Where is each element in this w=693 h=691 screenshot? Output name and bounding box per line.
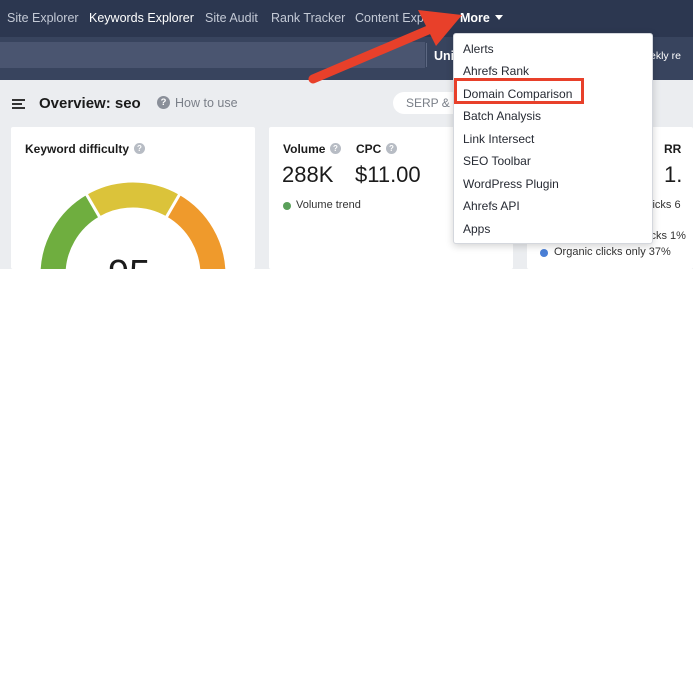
keyword-difficulty-value: 95 [108,255,150,269]
volume-value: 288K [282,162,334,187]
blue-dot-icon [540,249,548,257]
menu-item-seo-toolbar[interactable]: SEO Toolbar [463,154,531,168]
clicks-legend-1: licks 6 [650,199,681,211]
country-select[interactable]: Uni [434,49,454,63]
app-window: Site Explorer Keywords Explorer Site Aud… [0,0,693,691]
nav-rank-tracker[interactable]: Rank Tracker [271,11,345,25]
clicks-legend-2: icks 1% [648,230,686,242]
rr-value: 1. [664,162,683,187]
help-icon[interactable]: ? [386,143,397,154]
gauge-segment-orange [166,194,226,269]
cpc-title: CPC [356,142,382,156]
nav-more-label: More [460,11,490,25]
serp-button-label: SERP & [406,96,450,110]
menu-item-link-intersect[interactable]: Link Intersect [463,132,534,146]
help-icon[interactable]: ? [157,96,170,109]
menu-icon[interactable] [12,99,25,109]
gauge-segment-green [40,194,100,269]
rr-title: RR [664,142,682,156]
nav-site-explorer[interactable]: Site Explorer [7,11,79,25]
nav-content-explorer[interactable]: Content Explorer [355,11,449,25]
keyword-search-input[interactable] [0,42,425,68]
page-title: Overview: seo [39,95,141,112]
more-dropdown-menu: Alerts Ahrefs Rank Domain Comparison Bat… [453,33,653,244]
gauge-segment-yellow [86,182,180,217]
nav-keywords-explorer[interactable]: Keywords Explorer [89,11,194,25]
keyword-difficulty-card: Keyword difficulty ? 95 [11,127,255,269]
green-dot-icon [283,202,291,210]
volume-trend-label: Volume trend [296,199,361,211]
weekly-text: ekly re [650,50,681,62]
menu-item-apps[interactable]: Apps [463,222,490,236]
menu-item-ahrefs-rank[interactable]: Ahrefs Rank [463,64,529,78]
divider [426,43,427,67]
cpc-value: $11.00 [355,162,421,187]
difficulty-gauge [40,182,226,269]
annotation-highlight-box [454,78,584,104]
nav-more-button[interactable]: More [460,11,503,25]
caret-down-icon [494,15,503,20]
nav-site-audit[interactable]: Site Audit [205,11,258,25]
top-navigation: Site Explorer Keywords Explorer Site Aud… [0,0,693,37]
menu-item-batch-analysis[interactable]: Batch Analysis [463,109,541,123]
menu-item-alerts[interactable]: Alerts [463,42,494,56]
volume-title: Volume [283,142,326,156]
how-to-use-link[interactable]: How to use [175,96,238,110]
clicks-legend-3: Organic clicks only 37% [554,246,671,258]
menu-item-wordpress-plugin[interactable]: WordPress Plugin [463,177,559,191]
menu-item-ahrefs-api[interactable]: Ahrefs API [463,199,520,213]
help-icon[interactable]: ? [330,143,341,154]
